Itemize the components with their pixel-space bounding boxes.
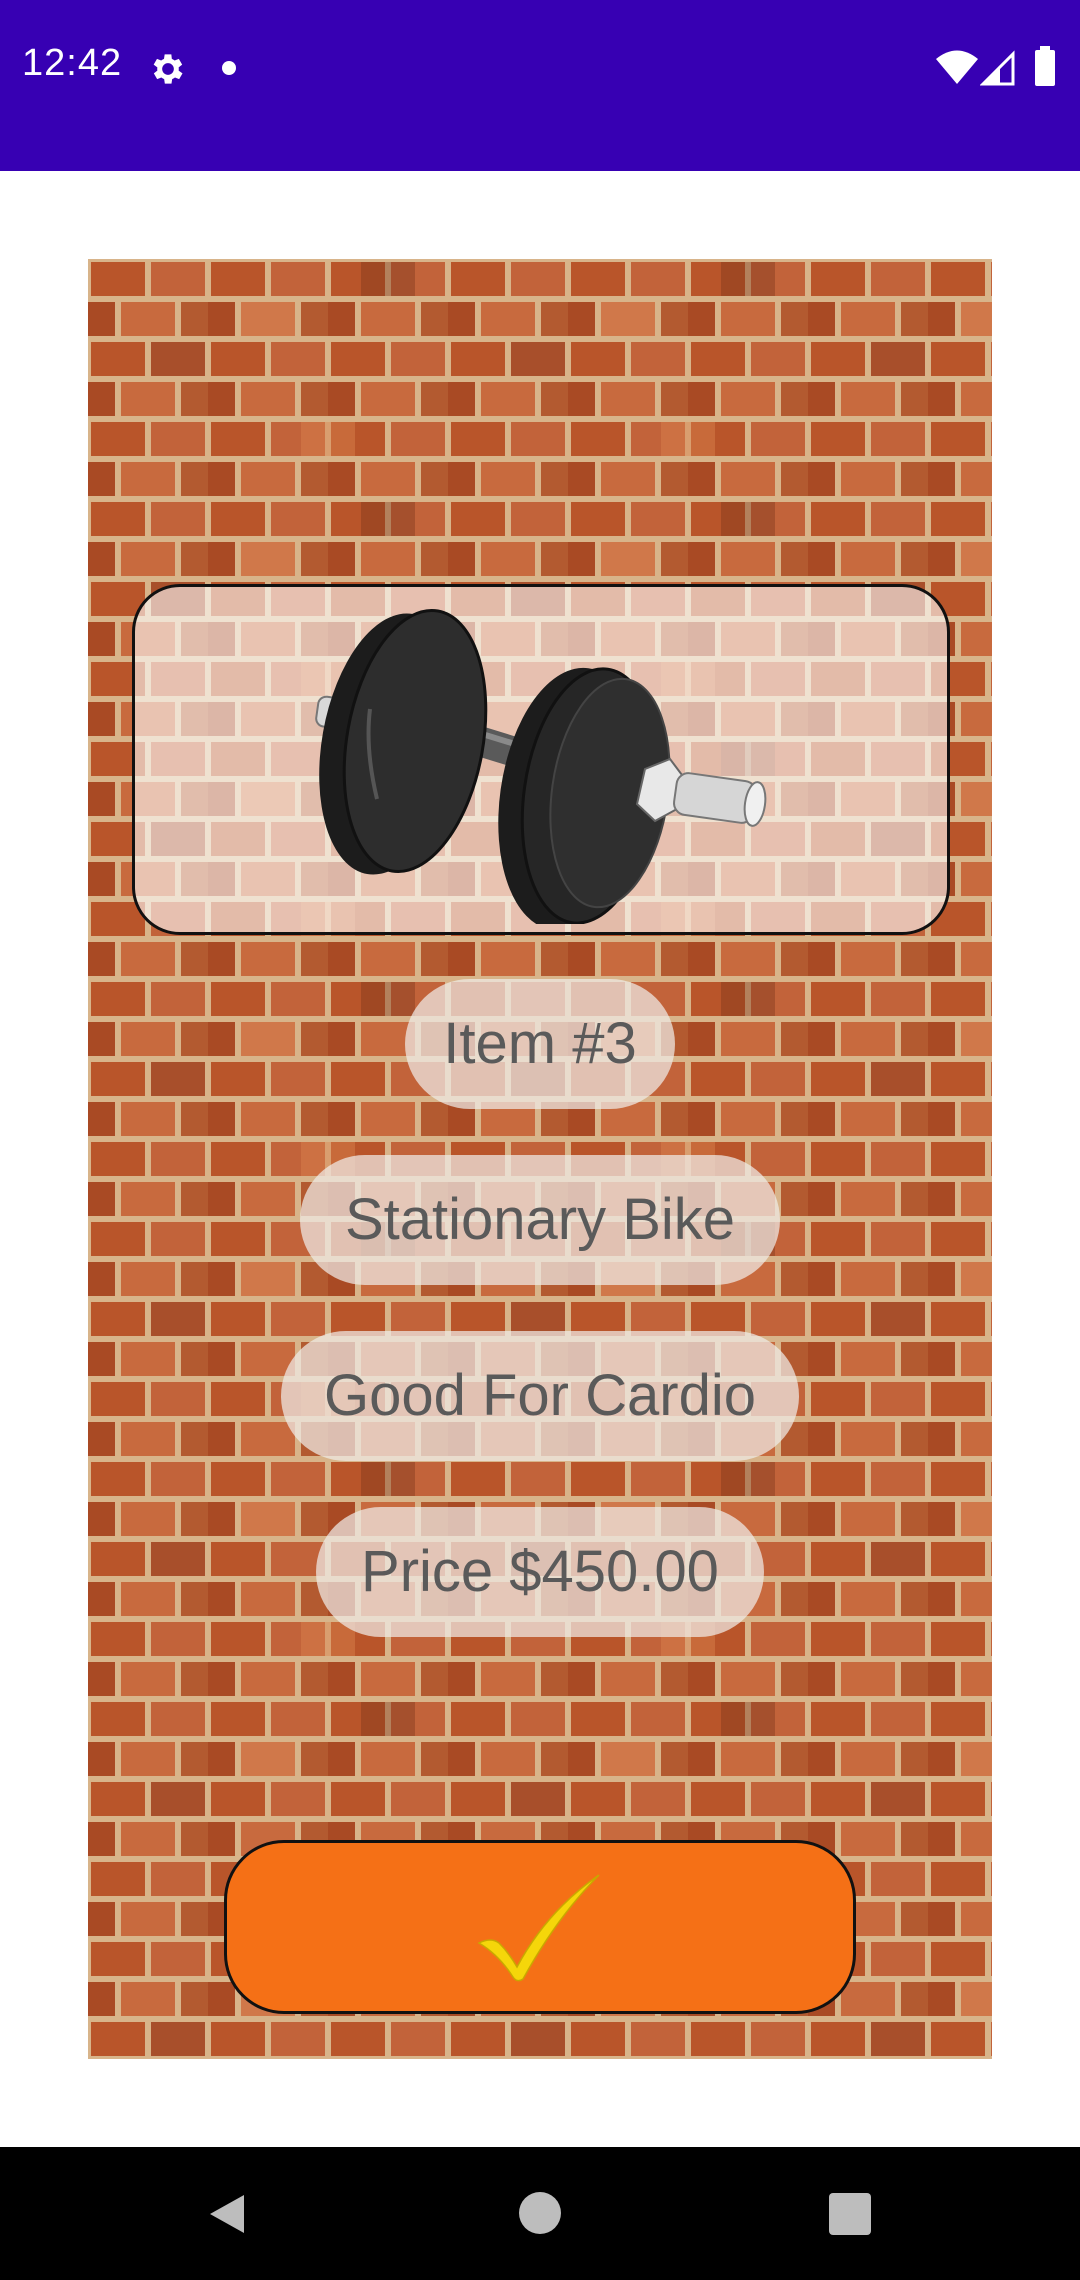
status-time: 12:42 xyxy=(22,42,123,84)
cellular-signal-icon xyxy=(980,50,1015,86)
back-icon[interactable] xyxy=(204,2191,250,2237)
dumbbell-icon xyxy=(315,608,767,924)
product-name-label: Stationary Bike xyxy=(300,1155,780,1285)
navigation-bar xyxy=(0,2147,1080,2280)
wifi-icon xyxy=(936,50,978,84)
confirm-button[interactable] xyxy=(224,1840,856,2014)
notification-dot-icon xyxy=(222,61,236,75)
item-number-label: Item #3 xyxy=(405,979,675,1109)
product-card: Item #3 Stationary Bike Good For Cardio … xyxy=(88,259,992,2059)
home-icon[interactable] xyxy=(519,2192,561,2234)
recents-icon[interactable] xyxy=(829,2193,871,2235)
battery-icon xyxy=(1035,46,1055,86)
gear-icon xyxy=(153,54,183,84)
checkmark-icon xyxy=(477,1874,600,1982)
product-price-label: Price $450.00 xyxy=(316,1507,764,1637)
product-description-label: Good For Cardio xyxy=(281,1331,799,1461)
status-bar: 12:42 xyxy=(0,0,1080,171)
product-image-frame xyxy=(132,584,950,935)
